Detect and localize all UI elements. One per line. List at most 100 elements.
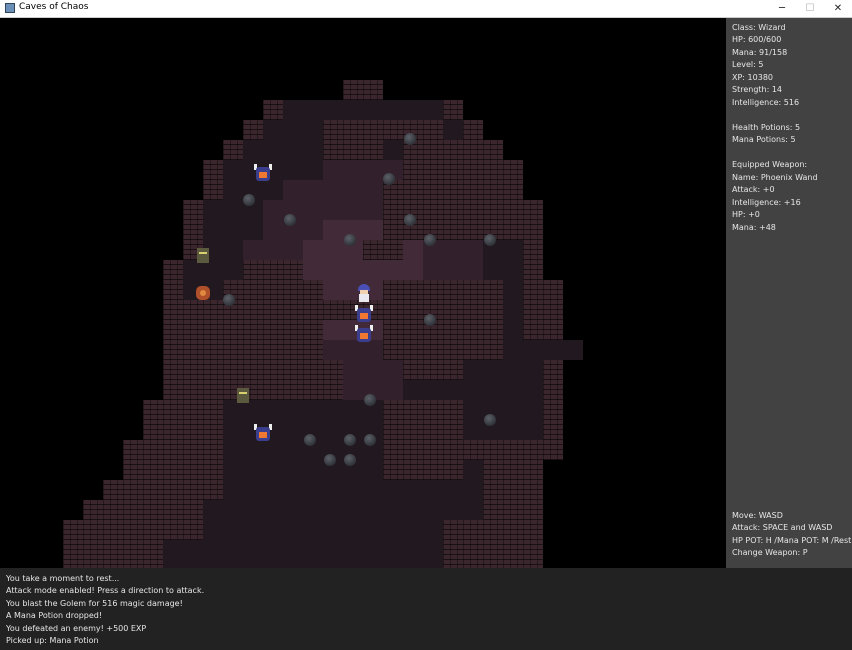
- cave-floor-tile: [343, 180, 363, 200]
- boulder-icon: [383, 173, 395, 185]
- cave-floor-tile: [283, 420, 303, 440]
- cave-floor-tile: [223, 160, 243, 180]
- cave-floor-tile: [403, 540, 423, 560]
- horned-demon-icon[interactable]: [354, 304, 374, 324]
- cave-wall-tile: [443, 100, 463, 120]
- weapon-hp: HP: +0: [732, 210, 760, 219]
- cave-wall-tile: [383, 400, 403, 420]
- boulder-icon: [344, 234, 356, 246]
- cave-wall-tile: [123, 440, 143, 460]
- cave-floor-tile: [323, 560, 343, 568]
- cave-wall-tile: [503, 500, 523, 520]
- game-map[interactable]: [0, 18, 726, 568]
- cave-floor-tile: [223, 200, 243, 220]
- cave-wall-tile: [483, 460, 503, 480]
- cave-wall-tile: [503, 460, 523, 480]
- window-titlebar: Caves of Chaos ─ ☐ ✕: [0, 0, 852, 18]
- cave-floor-tile: [243, 440, 263, 460]
- cave-wall-tile: [483, 160, 503, 180]
- cave-wall-tile: [483, 480, 503, 500]
- cave-floor-tile: [363, 480, 383, 500]
- cave-floor-tile: [343, 380, 363, 400]
- cave-wall-tile: [463, 340, 483, 360]
- wizard-icon[interactable]: [354, 284, 374, 304]
- cave-wall-tile: [123, 500, 143, 520]
- cave-floor-tile: [223, 420, 243, 440]
- cave-floor-tile: [283, 500, 303, 520]
- maximize-button[interactable]: ☐: [796, 0, 824, 17]
- cave-wall-tile: [503, 540, 523, 560]
- cave-wall-tile: [143, 500, 163, 520]
- minimize-button[interactable]: ─: [768, 0, 796, 17]
- cave-floor-tile: [323, 240, 343, 260]
- cave-floor-tile: [423, 260, 443, 280]
- cave-floor-tile: [323, 340, 343, 360]
- cave-wall-tile: [83, 520, 103, 540]
- zombie-icon[interactable]: [193, 245, 213, 265]
- cave-floor-tile: [423, 520, 443, 540]
- cave-wall-tile: [423, 420, 443, 440]
- cave-wall-tile: [483, 440, 503, 460]
- cave-wall-tile: [503, 440, 523, 460]
- cave-floor-tile: [383, 100, 403, 120]
- cave-wall-tile: [183, 480, 203, 500]
- cave-floor-tile: [303, 540, 323, 560]
- cave-floor-tile: [263, 460, 283, 480]
- cave-wall-tile: [463, 180, 483, 200]
- horned-demon-icon[interactable]: [253, 423, 273, 443]
- cave-wall-tile: [283, 300, 303, 320]
- horned-demon-icon[interactable]: [253, 163, 273, 183]
- window-title: Caves of Chaos: [19, 2, 89, 12]
- cave-wall-tile: [163, 400, 183, 420]
- close-button[interactable]: ✕: [824, 0, 852, 17]
- cave-floor-tile: [223, 560, 243, 568]
- cave-wall-tile: [323, 140, 343, 160]
- cave-wall-tile: [543, 400, 563, 420]
- cave-floor-tile: [263, 540, 283, 560]
- cave-floor-tile: [363, 540, 383, 560]
- cave-wall-tile: [463, 160, 483, 180]
- boulder-icon: [424, 234, 436, 246]
- cave-wall-tile: [203, 320, 223, 340]
- cave-wall-tile: [263, 360, 283, 380]
- cave-floor-tile: [283, 480, 303, 500]
- strength-label: Strength: 14: [732, 85, 783, 94]
- cave-wall-tile: [143, 460, 163, 480]
- cave-floor-tile: [323, 180, 343, 200]
- cave-floor-tile: [363, 160, 383, 180]
- cave-wall-tile: [443, 360, 463, 380]
- cave-wall-tile: [163, 260, 183, 280]
- boulder-icon: [364, 394, 376, 406]
- hp-label: HP: 600/600: [732, 35, 782, 44]
- cave-wall-tile: [143, 480, 163, 500]
- horned-demon-icon[interactable]: [354, 324, 374, 344]
- cave-wall-tile: [163, 380, 183, 400]
- cave-floor-tile: [463, 260, 483, 280]
- cave-floor-tile: [363, 100, 383, 120]
- cave-floor-tile: [503, 380, 523, 400]
- cave-floor-tile: [403, 100, 423, 120]
- log-line: A Mana Potion dropped!: [6, 611, 103, 620]
- cave-wall-tile: [443, 140, 463, 160]
- cave-floor-tile: [443, 120, 463, 140]
- cave-floor-tile: [303, 160, 323, 180]
- zombie-icon[interactable]: [233, 385, 253, 405]
- cave-floor-tile: [283, 140, 303, 160]
- cave-wall-tile: [163, 500, 183, 520]
- cave-wall-tile: [363, 240, 383, 260]
- cave-wall-tile: [543, 360, 563, 380]
- cave-wall-tile: [223, 140, 243, 160]
- cave-wall-tile: [283, 260, 303, 280]
- golem-icon[interactable]: [193, 283, 213, 303]
- cave-wall-tile: [443, 180, 463, 200]
- cave-wall-tile: [183, 380, 203, 400]
- cave-floor-tile: [323, 500, 343, 520]
- cave-wall-tile: [283, 340, 303, 360]
- cave-floor-tile: [383, 140, 403, 160]
- boulder-icon: [284, 214, 296, 226]
- boulder-icon: [424, 314, 436, 326]
- cave-wall-tile: [523, 500, 543, 520]
- cave-wall-tile: [83, 500, 103, 520]
- cave-floor-tile: [263, 400, 283, 420]
- cave-floor-tile: [383, 540, 403, 560]
